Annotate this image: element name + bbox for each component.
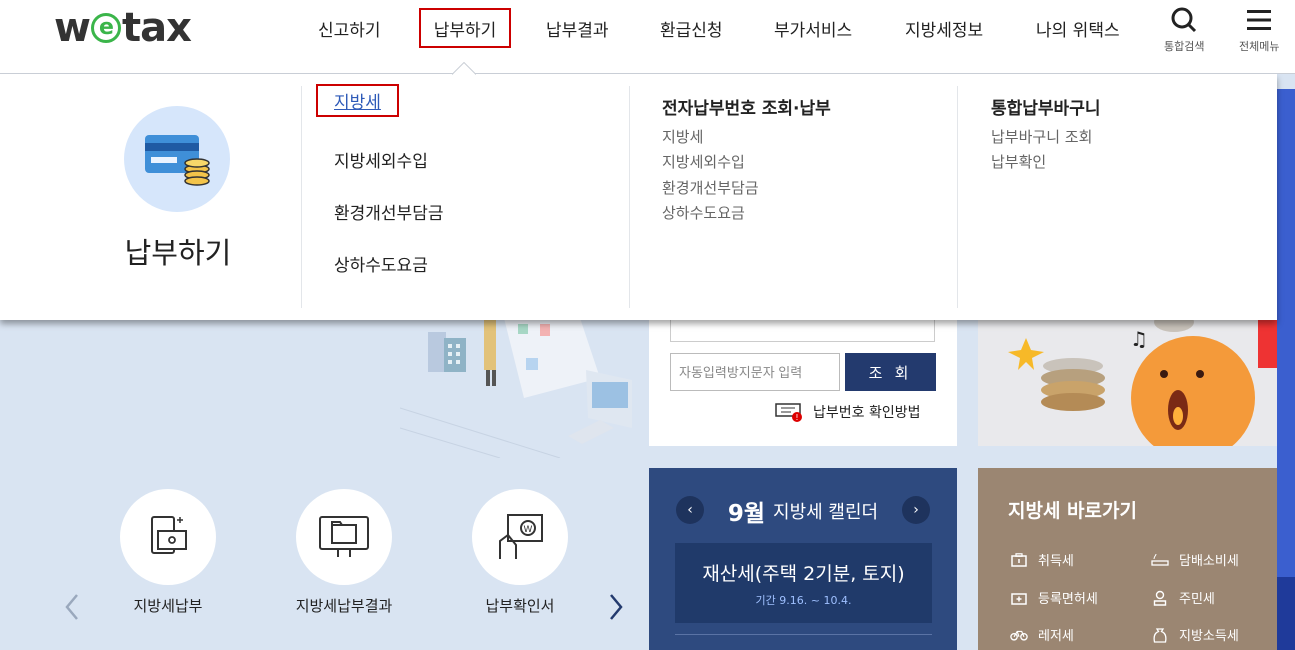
menu-heading-basket[interactable]: 통합납부바구니 — [991, 94, 1100, 119]
shortcut-title: 지방세 바로가기 — [1008, 500, 1137, 522]
quick-label: 지방세납부 — [133, 597, 203, 615]
search-button[interactable]: 조 회 — [845, 353, 936, 391]
shortcut-label: 담배소비세 — [1179, 554, 1239, 569]
hamburger-icon — [1247, 10, 1272, 30]
svg-text:♫: ♫ — [1130, 327, 1148, 351]
submenu-water-sewer-fee[interactable]: 상하수도요금 — [662, 202, 745, 223]
person-icon — [1151, 590, 1169, 606]
search-label: 통합검색 — [1164, 40, 1205, 53]
quick-local-tax-payment[interactable]: 지방세납부 — [120, 489, 216, 616]
shortcut-acquisition-tax[interactable]: 취득세 — [1010, 550, 1074, 569]
submenu-local-tax[interactable]: 지방세 — [662, 126, 703, 147]
medical-kit-icon — [1010, 590, 1028, 606]
logo-e: e — [90, 13, 121, 43]
money-bag-icon — [1151, 627, 1169, 643]
nav-extra-services[interactable]: 부가서비스 — [774, 8, 852, 48]
menu-local-tax[interactable]: 지방세 — [316, 84, 399, 117]
folder-monitor-icon — [296, 489, 392, 585]
all-menu-button[interactable]: 전체메뉴 — [1239, 6, 1279, 54]
shortcut-registration-tax[interactable]: 등록면허세 — [1010, 588, 1098, 607]
quick-label: 지방세납부결과 — [295, 597, 393, 615]
how-to-find-label: 납부번호 확인방법 — [813, 405, 921, 421]
certificate-hand-icon: W — [472, 489, 568, 585]
submenu-non-tax-revenue[interactable]: 지방세외수입 — [662, 151, 745, 172]
briefcase-icon — [1010, 552, 1028, 568]
menu-non-tax-revenue[interactable]: 지방세외수입 — [334, 147, 428, 172]
mega-title: 납부하기 — [124, 236, 232, 270]
mega-hero: 납부하기 — [0, 74, 301, 320]
side-banner — [1277, 89, 1295, 650]
submenu-payment-confirm[interactable]: 납부확인 — [991, 151, 1046, 172]
nav-payment-result[interactable]: 납부결과 — [546, 8, 609, 48]
svg-text:W: W — [524, 525, 533, 535]
shortcut-label: 주민세 — [1179, 592, 1215, 607]
divider — [301, 86, 302, 308]
chevron-right-icon[interactable] — [606, 592, 626, 622]
card-coins-icon — [124, 106, 230, 212]
shortcut-tobacco-tax[interactable]: 담배소비세 — [1151, 550, 1239, 569]
menu-label: 전체메뉴 — [1239, 40, 1280, 53]
calendar-event-period: 기간 9.16. ~ 10.4. — [755, 593, 852, 607]
promo-banner[interactable]: ♫ — [978, 318, 1277, 446]
payment-number-search-card: 조 회 ! 납부번호 확인방법 — [649, 314, 957, 446]
cigarette-icon — [1151, 552, 1169, 568]
shortcut-label: 지방소득세 — [1179, 629, 1239, 644]
mascot-illustration: ♫ — [1008, 318, 1277, 446]
shortcut-label: 레저세 — [1038, 629, 1074, 644]
menu-heading-electronic-payment[interactable]: 전자납부번호 조회·납부 — [662, 94, 831, 119]
calendar-next-button[interactable]: › — [902, 496, 930, 524]
nav-my-wetax[interactable]: 나의 위택스 — [1036, 8, 1120, 48]
site-header: w e tax 신고하기 납부하기 납부결과 환급신청 부가서비스 지방세정보 나의… — [0, 0, 1295, 74]
divider — [957, 86, 958, 308]
calendar-event-title: 재산세(주택 2기분, 토지) — [702, 562, 905, 585]
chevron-left-icon[interactable] — [62, 592, 82, 622]
mega-menu-dropdown: 납부하기 지방세 지방세외수입 환경개선부담금 상하수도요금 전자납부번호 조회… — [0, 74, 1277, 320]
building-illustration — [400, 318, 632, 458]
nav-payment[interactable]: 납부하기 — [419, 8, 511, 48]
shortcut-leisure-tax[interactable]: 레저세 — [1010, 625, 1074, 644]
shortcut-label: 취득세 — [1038, 554, 1074, 569]
calendar-event[interactable]: 재산세(주택 2기분, 토지) 기간 9.16. ~ 10.4. — [675, 543, 932, 623]
shortcut-resident-tax[interactable]: 주민세 — [1151, 588, 1215, 607]
menu-environment-charge[interactable]: 환경개선부담금 — [334, 199, 443, 224]
bicycle-icon — [1010, 627, 1028, 643]
shortcut-income-tax[interactable]: 지방소득세 — [1151, 625, 1239, 644]
quick-label: 납부확인서 — [485, 597, 555, 615]
quick-payment-certificate[interactable]: W 납부확인서 — [472, 489, 568, 616]
receipt-icon: ! — [775, 402, 803, 422]
nav-refund[interactable]: 환급신청 — [660, 8, 723, 48]
integrated-search-button[interactable]: 통합검색 — [1164, 6, 1204, 54]
submenu-basket-view[interactable]: 납부바구니 조회 — [991, 126, 1092, 147]
dropdown-caret — [452, 62, 476, 75]
how-to-find-number-link[interactable]: ! 납부번호 확인방법 — [775, 402, 921, 422]
shortcut-label: 등록면허세 — [1038, 592, 1098, 607]
tax-calendar: ‹ 9월 지방세 캘린더 › 재산세(주택 2기분, 토지) 기간 9.16. … — [649, 468, 957, 650]
side-banner-bottom — [1277, 577, 1295, 650]
wetax-logo[interactable]: w e tax — [54, 5, 192, 51]
nav-local-tax-info[interactable]: 지방세정보 — [905, 8, 983, 48]
logo-part: w — [54, 5, 91, 51]
menu-water-sewer-fee[interactable]: 상하수도요금 — [334, 251, 428, 276]
submenu-environment-charge[interactable]: 환경개선부담금 — [662, 177, 759, 198]
calendar-month: 9월 — [727, 501, 766, 527]
calendar-title: 지방세 캘린더 — [773, 502, 879, 523]
captcha-input[interactable] — [670, 353, 840, 391]
svg-text:!: ! — [795, 413, 798, 422]
divider — [675, 634, 932, 635]
logo-part: tax — [121, 5, 192, 51]
quick-local-tax-payment-result[interactable]: 지방세납부결과 — [296, 489, 392, 616]
local-tax-shortcuts: 지방세 바로가기 취득세 담배소비세 등록면허세 주민세 레저세 지방소득세 — [978, 468, 1277, 650]
divider — [629, 86, 630, 308]
search-icon — [1171, 7, 1197, 33]
payment-card-icon — [120, 489, 216, 585]
nav-report[interactable]: 신고하기 — [318, 8, 381, 48]
